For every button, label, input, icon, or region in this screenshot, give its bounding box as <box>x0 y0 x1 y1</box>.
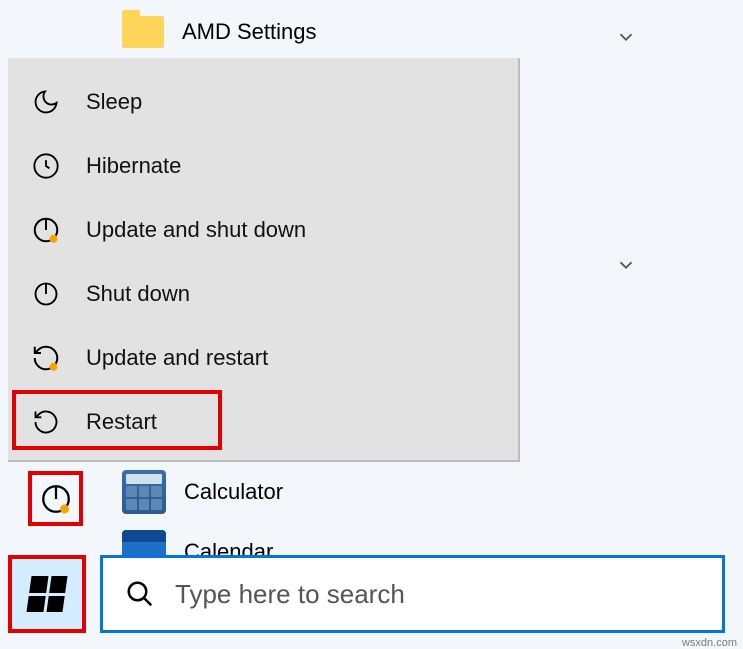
app-label: AMD Settings <box>182 19 317 45</box>
folder-icon <box>122 16 164 48</box>
calculator-icon <box>122 470 166 514</box>
restart-update-icon <box>30 342 62 374</box>
annotation-box <box>12 390 222 450</box>
clock-icon <box>30 150 62 182</box>
power-icon <box>30 278 62 310</box>
annotation-box <box>28 471 83 526</box>
power-menu-update-shutdown[interactable]: Update and shut down <box>8 198 518 262</box>
menu-label: Sleep <box>86 89 142 115</box>
power-menu-hibernate[interactable]: Hibernate <box>8 134 518 198</box>
menu-label: Update and shut down <box>86 217 306 243</box>
power-update-icon <box>30 214 62 246</box>
power-menu-update-restart[interactable]: Update and restart <box>8 326 518 390</box>
search-icon <box>125 579 155 609</box>
power-menu-sleep[interactable]: Sleep <box>8 70 518 134</box>
watermark: wsxdn.com <box>682 637 737 649</box>
menu-label: Shut down <box>86 281 190 307</box>
menu-label: Hibernate <box>86 153 181 179</box>
menu-label: Update and restart <box>86 345 268 371</box>
windows-logo-icon <box>26 576 67 612</box>
chevron-down-icon[interactable] <box>609 248 643 282</box>
start-button[interactable] <box>12 559 82 629</box>
taskbar-search[interactable]: Type here to search <box>100 555 725 633</box>
power-menu-shutdown[interactable]: Shut down <box>8 262 518 326</box>
search-placeholder: Type here to search <box>175 579 405 610</box>
app-label: Calculator <box>184 479 283 505</box>
start-app-calculator[interactable]: Calculator <box>122 470 283 514</box>
chevron-down-icon[interactable] <box>609 20 643 54</box>
start-app-amd[interactable]: AMD Settings <box>122 16 317 48</box>
moon-icon <box>30 86 62 118</box>
